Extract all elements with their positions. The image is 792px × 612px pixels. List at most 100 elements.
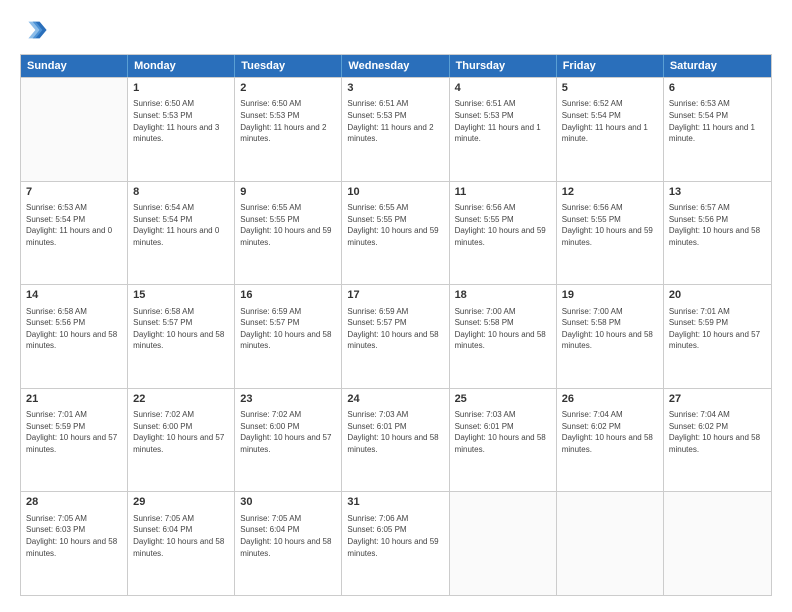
calendar-cell: 6Sunrise: 6:53 AMSunset: 5:54 PMDaylight… bbox=[664, 78, 771, 181]
day-number: 15 bbox=[133, 288, 229, 303]
day-info: Sunrise: 7:00 AMSunset: 5:58 PMDaylight:… bbox=[455, 306, 551, 352]
day-number: 18 bbox=[455, 288, 551, 303]
day-number: 2 bbox=[240, 81, 336, 96]
day-info: Sunrise: 7:04 AMSunset: 6:02 PMDaylight:… bbox=[669, 409, 766, 455]
day-number: 21 bbox=[26, 392, 122, 407]
header-day-saturday: Saturday bbox=[664, 55, 771, 77]
calendar-week-2: 7Sunrise: 6:53 AMSunset: 5:54 PMDaylight… bbox=[21, 181, 771, 285]
day-info: Sunrise: 6:55 AMSunset: 5:55 PMDaylight:… bbox=[240, 202, 336, 248]
calendar-cell: 15Sunrise: 6:58 AMSunset: 5:57 PMDayligh… bbox=[128, 285, 235, 388]
calendar-cell bbox=[450, 492, 557, 595]
calendar-cell: 22 Sunrise: 7:02 AMSunset: 6:00 PMDayligh… bbox=[128, 389, 235, 492]
calendar-cell: 10 Sunrise: 6:55 AMSunset: 5:55 PMDayligh… bbox=[342, 182, 449, 285]
calendar-cell: 16Sunrise: 6:59 AMSunset: 5:57 PMDayligh… bbox=[235, 285, 342, 388]
day-info: Sunrise: 7:06 AMSunset: 6:05 PMDaylight:… bbox=[347, 513, 443, 559]
calendar-cell: 19Sunrise: 7:00 AMSunset: 5:58 PMDayligh… bbox=[557, 285, 664, 388]
calendar-cell: 8 Sunrise: 6:54 AMSunset: 5:54 PMDaylight… bbox=[128, 182, 235, 285]
calendar-week-1: 1Sunrise: 6:50 AMSunset: 5:53 PMDaylight… bbox=[21, 77, 771, 181]
calendar-cell: 17 Sunrise: 6:59 AMSunset: 5:57 PMDayligh… bbox=[342, 285, 449, 388]
calendar-cell: 1Sunrise: 6:50 AMSunset: 5:53 PMDaylight… bbox=[128, 78, 235, 181]
day-number: 12 bbox=[562, 185, 658, 200]
page: SundayMondayTuesdayWednesdayThursdayFrid… bbox=[0, 0, 792, 612]
calendar-cell: 4 Sunrise: 6:51 AMSunset: 5:53 PMDaylight… bbox=[450, 78, 557, 181]
calendar-cell: 25 Sunrise: 7:03 AMSunset: 6:01 PMDayligh… bbox=[450, 389, 557, 492]
day-info: Sunrise: 6:54 AMSunset: 5:54 PMDaylight:… bbox=[133, 202, 229, 248]
day-number: 24 bbox=[347, 392, 443, 407]
calendar-cell: 7Sunrise: 6:53 AMSunset: 5:54 PMDaylight… bbox=[21, 182, 128, 285]
day-info: Sunrise: 6:50 AMSunset: 5:53 PMDaylight:… bbox=[133, 98, 229, 144]
day-info: Sunrise: 6:51 AMSunset: 5:53 PMDaylight:… bbox=[347, 98, 443, 144]
calendar-cell: 11 Sunrise: 6:56 AMSunset: 5:55 PMDayligh… bbox=[450, 182, 557, 285]
day-number: 20 bbox=[669, 288, 766, 303]
day-number: 26 bbox=[562, 392, 658, 407]
day-info: Sunrise: 7:00 AMSunset: 5:58 PMDaylight:… bbox=[562, 306, 658, 352]
logo bbox=[20, 16, 52, 44]
calendar-cell bbox=[664, 492, 771, 595]
day-info: Sunrise: 7:01 AMSunset: 5:59 PMDaylight:… bbox=[26, 409, 122, 455]
day-number: 23 bbox=[240, 392, 336, 407]
header-day-wednesday: Wednesday bbox=[342, 55, 449, 77]
day-number: 14 bbox=[26, 288, 122, 303]
day-info: Sunrise: 6:59 AMSunset: 5:57 PMDaylight:… bbox=[347, 306, 443, 352]
day-info: Sunrise: 6:57 AMSunset: 5:56 PMDaylight:… bbox=[669, 202, 766, 248]
calendar-cell: 21 Sunrise: 7:01 AMSunset: 5:59 PMDayligh… bbox=[21, 389, 128, 492]
calendar-week-5: 28 Sunrise: 7:05 AMSunset: 6:03 PMDayligh… bbox=[21, 491, 771, 595]
day-number: 5 bbox=[562, 81, 658, 96]
day-number: 13 bbox=[669, 185, 766, 200]
header-day-thursday: Thursday bbox=[450, 55, 557, 77]
day-info: Sunrise: 6:56 AMSunset: 5:55 PMDaylight:… bbox=[455, 202, 551, 248]
calendar-cell: 20 Sunrise: 7:01 AMSunset: 5:59 PMDayligh… bbox=[664, 285, 771, 388]
day-info: Sunrise: 7:05 AMSunset: 6:03 PMDaylight:… bbox=[26, 513, 122, 559]
day-info: Sunrise: 7:02 AMSunset: 6:00 PMDaylight:… bbox=[240, 409, 336, 455]
day-number: 29 bbox=[133, 495, 229, 510]
calendar-cell: 23 Sunrise: 7:02 AMSunset: 6:00 PMDayligh… bbox=[235, 389, 342, 492]
calendar-cell: 13 Sunrise: 6:57 AMSunset: 5:56 PMDayligh… bbox=[664, 182, 771, 285]
day-info: Sunrise: 6:59 AMSunset: 5:57 PMDaylight:… bbox=[240, 306, 336, 352]
day-number: 28 bbox=[26, 495, 122, 510]
calendar-cell: 5Sunrise: 6:52 AMSunset: 5:54 PMDaylight… bbox=[557, 78, 664, 181]
header-day-tuesday: Tuesday bbox=[235, 55, 342, 77]
calendar-cell: 9 Sunrise: 6:55 AMSunset: 5:55 PMDaylight… bbox=[235, 182, 342, 285]
day-number: 30 bbox=[240, 495, 336, 510]
calendar-cell: 31 Sunrise: 7:06 AMSunset: 6:05 PMDayligh… bbox=[342, 492, 449, 595]
header-day-sunday: Sunday bbox=[21, 55, 128, 77]
day-number: 25 bbox=[455, 392, 551, 407]
day-info: Sunrise: 6:51 AMSunset: 5:53 PMDaylight:… bbox=[455, 98, 551, 144]
day-number: 31 bbox=[347, 495, 443, 510]
day-info: Sunrise: 7:04 AMSunset: 6:02 PMDaylight:… bbox=[562, 409, 658, 455]
day-info: Sunrise: 7:01 AMSunset: 5:59 PMDaylight:… bbox=[669, 306, 766, 352]
day-number: 11 bbox=[455, 185, 551, 200]
calendar-cell: 3 Sunrise: 6:51 AMSunset: 5:53 PMDaylight… bbox=[342, 78, 449, 181]
header-day-friday: Friday bbox=[557, 55, 664, 77]
day-number: 9 bbox=[240, 185, 336, 200]
calendar-cell bbox=[557, 492, 664, 595]
day-info: Sunrise: 6:56 AMSunset: 5:55 PMDaylight:… bbox=[562, 202, 658, 248]
day-number: 8 bbox=[133, 185, 229, 200]
day-number: 17 bbox=[347, 288, 443, 303]
day-info: Sunrise: 6:53 AMSunset: 5:54 PMDaylight:… bbox=[26, 202, 122, 248]
day-info: Sunrise: 6:55 AMSunset: 5:55 PMDaylight:… bbox=[347, 202, 443, 248]
calendar-cell bbox=[21, 78, 128, 181]
day-number: 4 bbox=[455, 81, 551, 96]
day-info: Sunrise: 7:05 AMSunset: 6:04 PMDaylight:… bbox=[240, 513, 336, 559]
day-number: 6 bbox=[669, 81, 766, 96]
day-info: Sunrise: 7:03 AMSunset: 6:01 PMDaylight:… bbox=[455, 409, 551, 455]
day-info: Sunrise: 7:02 AMSunset: 6:00 PMDaylight:… bbox=[133, 409, 229, 455]
day-info: Sunrise: 7:03 AMSunset: 6:01 PMDaylight:… bbox=[347, 409, 443, 455]
day-number: 27 bbox=[669, 392, 766, 407]
calendar-cell: 26 Sunrise: 7:04 AMSunset: 6:02 PMDayligh… bbox=[557, 389, 664, 492]
day-info: Sunrise: 7:05 AMSunset: 6:04 PMDaylight:… bbox=[133, 513, 229, 559]
logo-icon bbox=[20, 16, 48, 44]
calendar-week-3: 14Sunrise: 6:58 AMSunset: 5:56 PMDayligh… bbox=[21, 284, 771, 388]
day-number: 3 bbox=[347, 81, 443, 96]
calendar-cell: 2 Sunrise: 6:50 AMSunset: 5:53 PMDaylight… bbox=[235, 78, 342, 181]
day-info: Sunrise: 6:50 AMSunset: 5:53 PMDaylight:… bbox=[240, 98, 336, 144]
calendar-cell: 30 Sunrise: 7:05 AMSunset: 6:04 PMDayligh… bbox=[235, 492, 342, 595]
calendar-cell: 27 Sunrise: 7:04 AMSunset: 6:02 PMDayligh… bbox=[664, 389, 771, 492]
calendar-cell: 12 Sunrise: 6:56 AMSunset: 5:55 PMDayligh… bbox=[557, 182, 664, 285]
calendar: SundayMondayTuesdayWednesdayThursdayFrid… bbox=[20, 54, 772, 596]
calendar-cell: 29 Sunrise: 7:05 AMSunset: 6:04 PMDayligh… bbox=[128, 492, 235, 595]
day-number: 10 bbox=[347, 185, 443, 200]
calendar-header: SundayMondayTuesdayWednesdayThursdayFrid… bbox=[21, 55, 771, 77]
day-number: 22 bbox=[133, 392, 229, 407]
